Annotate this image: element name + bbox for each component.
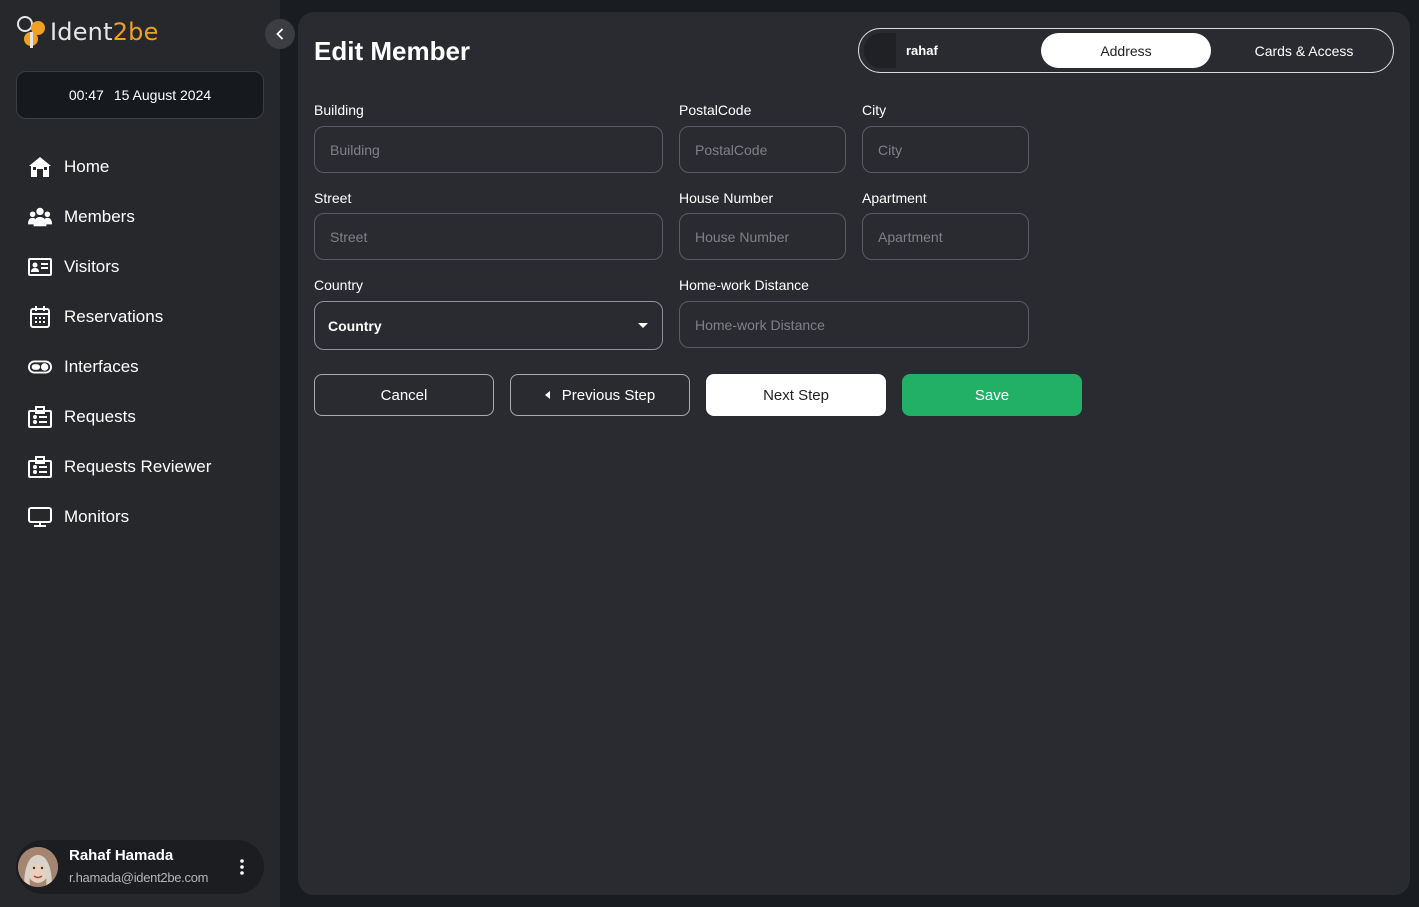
- main-panel: Edit Member rahaf Address Cards & Access…: [298, 12, 1410, 895]
- sidebar-item-interfaces[interactable]: Interfaces: [0, 342, 280, 392]
- sidebar-item-requests[interactable]: Requests: [0, 392, 280, 442]
- step-tabs: rahaf Address Cards & Access: [858, 28, 1394, 73]
- street-label: Street: [314, 190, 352, 206]
- sidebar-item-label: Members: [64, 207, 135, 226]
- sidebar-item-requests-reviewer[interactable]: Requests Reviewer: [0, 442, 280, 492]
- brand-name: Ident2be: [50, 18, 159, 46]
- cancel-button[interactable]: Cancel: [314, 374, 494, 416]
- sidebar-item-label: Interfaces: [64, 357, 139, 376]
- street-input[interactable]: [314, 213, 663, 260]
- tab-member-label: rahaf: [906, 43, 938, 58]
- city-input[interactable]: [862, 126, 1029, 173]
- building-label: Building: [314, 102, 364, 118]
- sidebar-item-label: Monitors: [64, 507, 130, 526]
- house-number-label: House Number: [679, 190, 774, 206]
- sidebar-item-home[interactable]: Home: [0, 142, 280, 192]
- tab-cards-access[interactable]: Cards & Access: [1219, 33, 1389, 68]
- calendar-icon: [28, 305, 52, 329]
- sidebar-item-label: Visitors: [64, 257, 120, 276]
- tab-address[interactable]: Address: [1041, 33, 1211, 68]
- country-label: Country: [314, 277, 364, 293]
- brand-logo[interactable]: Ident2be: [16, 14, 159, 50]
- sidebar-item-monitors[interactable]: Monitors: [0, 492, 280, 542]
- user-email: r.hamada@ident2be.com: [69, 870, 209, 885]
- caret-down-icon: [638, 323, 648, 328]
- next-step-button[interactable]: Next Step: [706, 374, 886, 416]
- sidebar: Ident2be 00:47 15 August 2024 Home Membe…: [0, 0, 280, 907]
- country-select[interactable]: Country: [314, 301, 663, 350]
- save-button[interactable]: Save: [902, 374, 1082, 416]
- distance-input[interactable]: [679, 301, 1029, 348]
- sidebar-item-reservations[interactable]: Reservations: [0, 292, 280, 342]
- clipboard-icon: [28, 455, 52, 479]
- avatar: [18, 847, 58, 887]
- home-icon: [28, 155, 52, 179]
- toggle-icon: [28, 355, 52, 379]
- apartment-input[interactable]: [862, 213, 1029, 260]
- datetime-display: 00:47 15 August 2024: [16, 71, 264, 119]
- sidebar-item-visitors[interactable]: Visitors: [0, 242, 280, 292]
- city-label: City: [862, 102, 887, 118]
- member-thumbnail: [864, 33, 896, 68]
- sidebar-item-label: Requests Reviewer: [64, 457, 212, 476]
- collapse-sidebar-button[interactable]: [265, 19, 295, 49]
- previous-step-label: Previous Step: [561, 386, 656, 404]
- id-card-icon: [28, 255, 52, 279]
- sidebar-item-members[interactable]: Members: [0, 192, 280, 242]
- previous-step-button[interactable]: Previous Step: [510, 374, 690, 416]
- user-info: Rahaf Hamada r.hamada@ident2be.com: [69, 847, 232, 887]
- sidebar-item-label: Reservations: [64, 307, 164, 326]
- chevron-left-icon: [276, 28, 284, 40]
- user-name: Rahaf Hamada: [69, 847, 174, 864]
- clipboard-icon: [28, 405, 52, 429]
- postalcode-input[interactable]: [679, 126, 846, 173]
- caret-left-icon: [544, 391, 550, 399]
- tab-member[interactable]: rahaf: [864, 33, 1039, 68]
- country-select-value: Country: [328, 317, 382, 334]
- house-number-input[interactable]: [679, 213, 846, 260]
- current-date: 15 August 2024: [113, 87, 212, 103]
- tab-cards-label: Cards & Access: [1254, 42, 1354, 59]
- sidebar-item-label: Home: [64, 157, 110, 176]
- sidebar-nav: Home Members Visitors Reservations Inter…: [0, 142, 280, 542]
- postalcode-label: PostalCode: [679, 102, 752, 118]
- distance-label: Home-work Distance: [679, 277, 809, 293]
- tab-address-label: Address: [1100, 42, 1152, 59]
- members-icon: [28, 205, 52, 229]
- sidebar-item-label: Requests: [64, 407, 136, 426]
- user-card[interactable]: Rahaf Hamada r.hamada@ident2be.com: [16, 840, 264, 894]
- more-options-icon[interactable]: [232, 857, 252, 877]
- current-time: 00:47: [68, 87, 104, 103]
- monitor-icon: [28, 505, 52, 529]
- apartment-label: Apartment: [862, 190, 927, 206]
- page-title: Edit Member: [314, 36, 471, 66]
- building-input[interactable]: [314, 126, 663, 173]
- logo-mark-icon: [17, 16, 45, 48]
